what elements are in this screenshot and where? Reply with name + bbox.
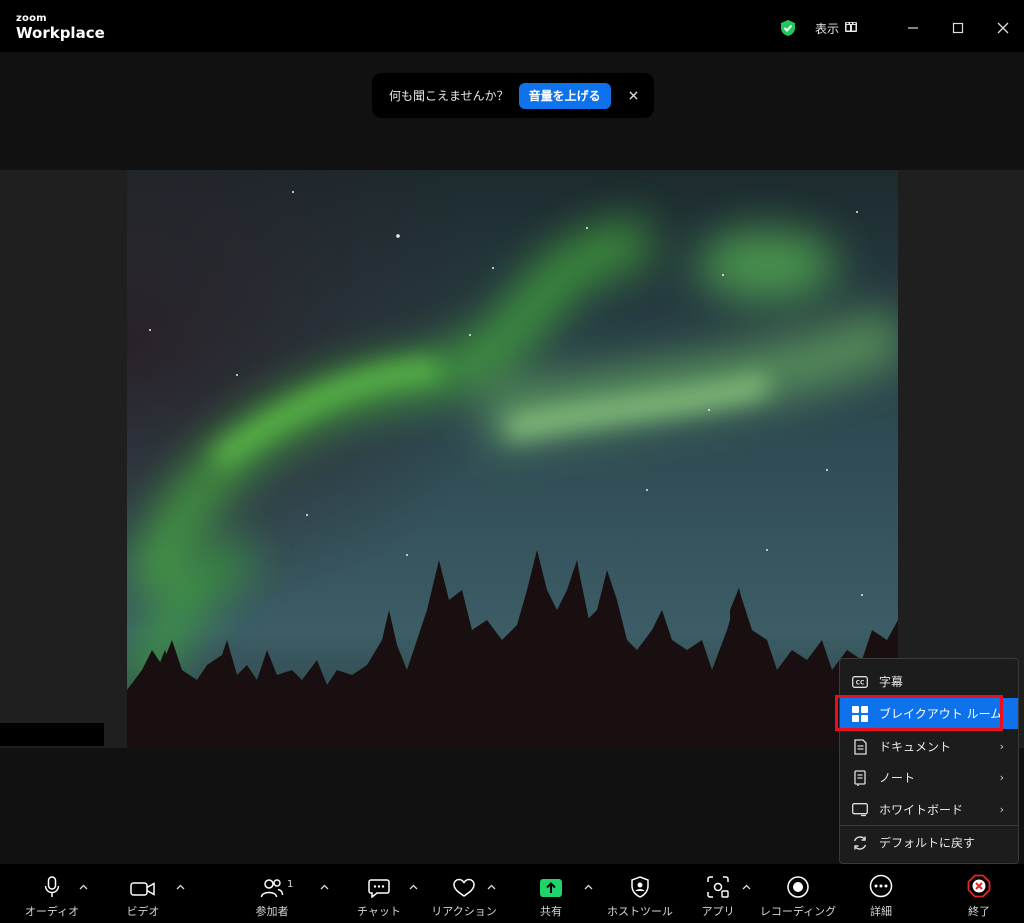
chat-bubble-icon [368, 864, 390, 900]
share-options-chevron-up-icon[interactable] [581, 880, 595, 894]
menu-item-breakout-rooms-label: ブレイクアウト ルーム [879, 707, 1003, 721]
recording-button[interactable]: レコーディング [759, 864, 837, 923]
zoom-workplace-logo: zoom Workplace [16, 14, 105, 41]
chat-button[interactable]: チャット [356, 864, 402, 923]
share-arrow-icon [539, 864, 563, 900]
apps-icon [707, 864, 729, 900]
submenu-arrow-icon: › [999, 803, 1004, 816]
menu-item-captions[interactable]: CC 字幕 [840, 666, 1018, 697]
toast-close-icon[interactable] [627, 89, 641, 103]
apps-label: アプリ [701, 905, 735, 918]
title-bar: zoom Workplace 表示 [0, 0, 1024, 52]
reset-icon [852, 835, 868, 851]
minimize-button[interactable] [901, 16, 925, 40]
video-button[interactable]: ビデオ [118, 864, 168, 923]
reactions-options-chevron-up-icon[interactable] [484, 880, 498, 894]
menu-item-captions-label: 字幕 [879, 675, 904, 689]
notes-icon [852, 769, 868, 786]
whiteboard-icon [852, 802, 868, 818]
more-label: 詳細 [870, 905, 892, 918]
apps-button[interactable]: アプリ [698, 864, 738, 923]
logo-small-text: zoom [16, 13, 47, 24]
host-tools-label: ホストツール [607, 905, 673, 918]
close-window-button[interactable] [991, 16, 1015, 40]
audio-button[interactable]: オーディオ [24, 864, 80, 923]
more-options-menu: CC 字幕 ブレイクアウト ルーム ドキュメント › ノート › ホワイトボード… [839, 658, 1019, 864]
participants-button[interactable]: 1 参加者 [248, 864, 296, 923]
end-meeting-icon [967, 864, 991, 900]
share-screen-button[interactable]: 共有 [530, 864, 572, 923]
apps-options-chevron-up-icon[interactable] [739, 880, 753, 894]
meeting-toolbar: オーディオ ビデオ 1 参加者 チャット リアクション 共有 ホストツール アプ… [0, 864, 1024, 923]
increase-volume-button[interactable]: 音量を上げる [518, 82, 611, 109]
record-icon [787, 864, 809, 900]
menu-item-documents[interactable]: ドキュメント › [840, 731, 1018, 762]
menu-item-reset-default-label: デフォルトに戻す [879, 836, 976, 850]
reactions-label: リアクション [431, 905, 497, 918]
menu-item-notes[interactable]: ノート › [840, 762, 1018, 793]
participant-name-tag [0, 723, 104, 746]
logo-big-text: Workplace [16, 24, 105, 42]
view-label: 表示 [815, 21, 840, 36]
more-dots-icon [869, 864, 893, 900]
maximize-button[interactable] [946, 16, 970, 40]
cc-icon: CC [852, 674, 868, 690]
video-label: ビデオ [126, 905, 160, 918]
participants-options-chevron-up-icon[interactable] [317, 880, 331, 894]
menu-item-notes-label: ノート [879, 771, 916, 785]
audio-hint-toast: 何も聞こえませんか？ 音量を上げる [372, 73, 654, 118]
menu-item-whiteboard[interactable]: ホワイトボード › [840, 794, 1018, 825]
end-label: 終了 [968, 905, 990, 918]
menu-item-breakout-rooms[interactable]: ブレイクアウト ルーム [840, 698, 1018, 729]
toast-message: 何も聞こえませんか？ [389, 89, 509, 103]
shared-video-image [127, 170, 898, 748]
audio-label: オーディオ [24, 905, 80, 918]
participants-icon: 1 [260, 864, 293, 900]
breakout-rooms-icon [852, 705, 868, 722]
view-grid-icon [845, 21, 858, 35]
security-shield-icon[interactable] [779, 19, 797, 37]
menu-item-reset-default[interactable]: デフォルトに戻す [840, 827, 1018, 858]
heart-icon [452, 864, 476, 900]
participants-count: 1 [287, 879, 294, 890]
share-label: 共有 [540, 905, 562, 918]
menu-divider [840, 825, 1018, 826]
submenu-arrow-icon: › [999, 740, 1004, 753]
end-meeting-button[interactable]: 終了 [960, 864, 998, 923]
document-icon [852, 738, 868, 755]
chat-options-chevron-up-icon[interactable] [406, 880, 420, 894]
chat-label: チャット [357, 905, 401, 918]
microphone-icon [44, 864, 60, 900]
host-tools-button[interactable]: ホストツール [607, 864, 673, 923]
svg-text:CC: CC [856, 679, 865, 686]
menu-item-whiteboard-label: ホワイトボード [879, 803, 964, 817]
menu-item-documents-label: ドキュメント [879, 740, 952, 754]
video-camera-icon [130, 864, 156, 900]
submenu-arrow-icon: › [999, 771, 1004, 784]
more-button[interactable]: 詳細 [862, 864, 900, 923]
participants-label: 参加者 [255, 905, 289, 918]
view-button[interactable]: 表示 [815, 19, 858, 37]
host-shield-icon [630, 864, 650, 900]
audio-options-chevron-up-icon[interactable] [76, 880, 90, 894]
recording-label: レコーディング [759, 905, 837, 918]
video-options-chevron-up-icon[interactable] [173, 880, 187, 894]
